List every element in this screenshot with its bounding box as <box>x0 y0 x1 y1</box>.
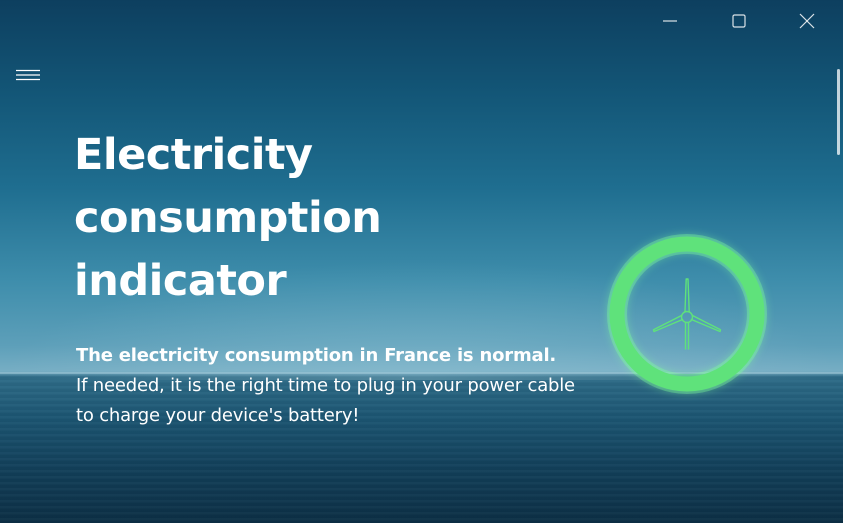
page-title-line-1: Electricity <box>74 130 313 180</box>
advice-message: If needed, it is the right time to plug … <box>76 375 575 426</box>
hamburger-menu-icon <box>16 69 40 81</box>
page-title: Electricity consumption indicator <box>74 124 494 313</box>
navigation-menu-button[interactable] <box>12 63 44 87</box>
close-button[interactable] <box>792 6 822 36</box>
consumption-status-indicator <box>604 231 770 397</box>
consumption-message: The electricity consumption in France is… <box>76 341 596 431</box>
wind-turbine-icon <box>652 278 722 350</box>
page-title-line-3: indicator <box>74 256 287 306</box>
minimize-button[interactable] <box>655 6 685 36</box>
minimize-icon <box>663 20 677 22</box>
app-window: Electricity consumption indicator The el… <box>0 0 843 523</box>
maximize-button[interactable] <box>724 6 754 36</box>
maximize-icon <box>732 14 746 28</box>
status-message: The electricity consumption in France is… <box>76 345 557 366</box>
status-ring <box>607 234 767 394</box>
close-icon <box>799 13 815 29</box>
vertical-scrollbar-thumb[interactable] <box>837 69 840 155</box>
page-title-line-2: consumption <box>74 193 382 243</box>
